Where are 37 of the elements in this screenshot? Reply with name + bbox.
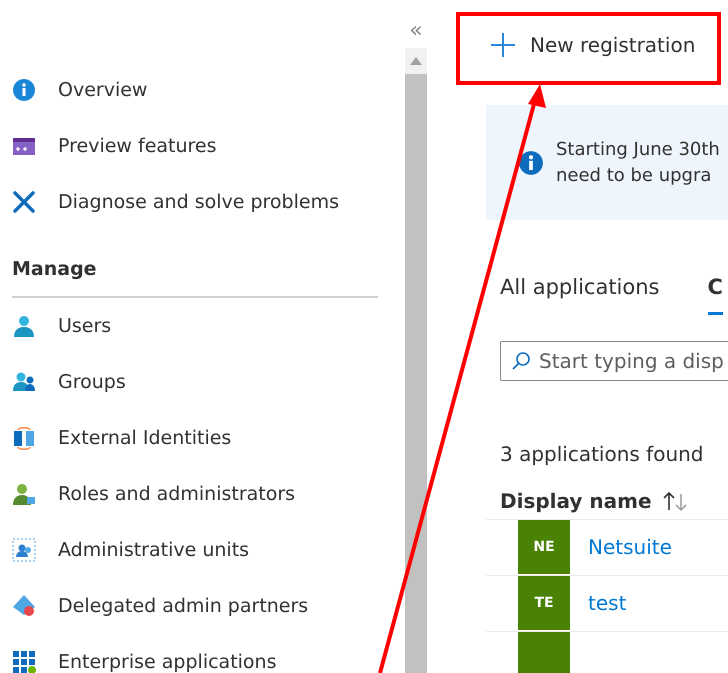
sidebar-item[interactable]: Diagnose and solve problems <box>12 174 380 230</box>
info-icon <box>12 78 36 102</box>
sidebar-item[interactable]: Roles and administrators <box>12 466 380 522</box>
sidebar-item[interactable]: Enterprise applications <box>12 634 380 673</box>
sidebar-item[interactable]: Overview <box>12 62 380 118</box>
sidebar-item[interactable]: Delegated admin partners <box>12 578 380 634</box>
app-avatar: TE <box>518 576 570 630</box>
people-icon <box>12 370 36 394</box>
org-unit-icon <box>12 538 36 562</box>
app-grid-icon <box>12 650 36 673</box>
scroll-up-icon[interactable] <box>410 57 422 65</box>
person-badge-icon <box>12 482 36 506</box>
banner-text: Starting June 30th need to be upgra <box>556 138 720 188</box>
tab[interactable]: C <box>708 272 723 314</box>
column-header[interactable]: Display name <box>500 486 652 516</box>
scrollbar-track[interactable] <box>405 48 427 673</box>
results-count: 3 applications found <box>500 440 705 468</box>
tab[interactable]: All applications <box>500 272 660 314</box>
app-name-link[interactable]: Netsuite <box>588 532 672 562</box>
search-icon <box>511 350 531 370</box>
app-name-link[interactable]: test <box>588 588 626 618</box>
person-icon <box>12 314 36 338</box>
plus-icon <box>490 32 516 58</box>
collapse-button[interactable]: « <box>409 20 423 42</box>
info-icon <box>518 150 544 176</box>
sidebar-item[interactable]: External Identities <box>12 410 380 466</box>
linked-buildings-icon <box>12 426 36 450</box>
sidebar-item[interactable]: Preview features <box>12 118 380 174</box>
search-field[interactable]: Start typing a disp <box>500 340 728 380</box>
app-avatar <box>518 632 570 673</box>
section-heading: Manage <box>12 242 378 298</box>
sidebar-item[interactable]: Administrative units <box>12 522 380 578</box>
sidebar-item[interactable]: Users <box>12 298 380 354</box>
diamond-heart-icon <box>12 594 36 618</box>
sidebar-item[interactable]: Groups <box>12 354 380 410</box>
app-avatar: NE <box>518 520 570 574</box>
new-registration-button[interactable]: New registration <box>486 30 700 60</box>
